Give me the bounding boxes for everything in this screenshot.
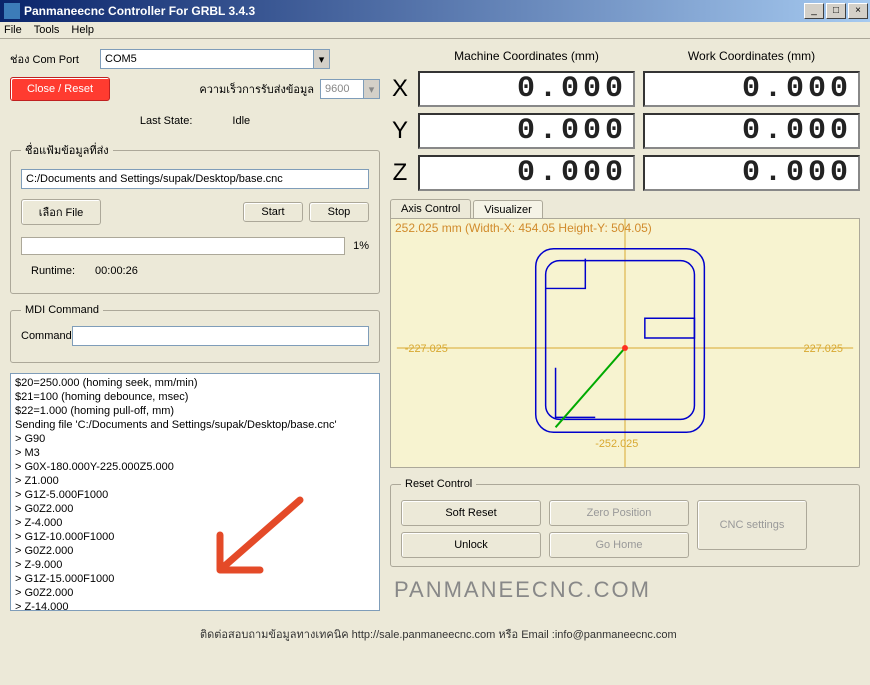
tab-axis-control[interactable]: Axis Control [390,199,471,218]
reset-legend: Reset Control [401,478,476,490]
comport-label: ช่อง Com Port [10,50,100,68]
unlock-button[interactable]: Unlock [401,532,541,558]
file-section: ชื่อแฟ้มข้อมูลที่ส่ง เลือก File Start St… [10,141,380,294]
console-line: $20=250.000 (homing seek, mm/min) [15,376,375,390]
select-file-button[interactable]: เลือก File [21,199,101,225]
axis-label-x: X [390,71,410,107]
chevron-down-icon: ▾ [363,80,379,98]
comport-select[interactable]: COM5 ▾ [100,49,330,69]
menu-help[interactable]: Help [71,24,94,36]
mdi-legend: MDI Command [21,304,103,316]
runtime-label: Runtime: [31,265,75,277]
menu-tools[interactable]: Tools [34,24,60,36]
file-legend: ชื่อแฟ้มข้อมูลที่ส่ง [21,141,113,159]
footer-text: ติดต่อสอบถามข้อมูลทางเทคนิค http://sale.… [0,625,870,643]
menu-file[interactable]: File [4,24,22,36]
work-y: 0.000 [643,113,860,149]
baud-select[interactable]: 9600 ▾ [320,79,380,99]
chevron-down-icon: ▾ [313,50,329,68]
console-line: > G0Z2.000 [15,586,375,600]
soft-reset-button[interactable]: Soft Reset [401,500,541,526]
machine-z: 0.000 [418,155,635,191]
console-line: > Z-4.000 [15,516,375,530]
app-icon [4,3,20,19]
state-value: Idle [232,115,250,127]
progress-pct: 1% [353,240,369,252]
console-line: > Z-9.000 [15,558,375,572]
work-coords-header: Work Coordinates (mm) [643,49,860,65]
console-line: > G90 [15,432,375,446]
tab-visualizer[interactable]: Visualizer [473,200,543,219]
maximize-button[interactable]: □ [826,3,846,19]
runtime-value: 00:00:26 [95,265,138,277]
console-line: > G1Z-10.000F1000 [15,530,375,544]
work-x: 0.000 [643,71,860,107]
console-line: > Z1.000 [15,474,375,488]
mdi-input[interactable] [72,326,369,346]
window-title: Panmaneecnc Controller For GRBL 3.4.3 [24,4,804,18]
console-line: > G1Z-15.000F1000 [15,572,375,586]
zero-position-button[interactable]: Zero Position [549,500,689,526]
console-line: > G1Z-5.000F1000 [15,488,375,502]
console-line: > M3 [15,446,375,460]
progress-bar [21,237,345,255]
start-button[interactable]: Start [243,202,303,222]
console-line: > G0Z2.000 [15,502,375,516]
close-window-button[interactable]: × [848,3,868,19]
viz-xpos: 227.025 [804,343,843,355]
state-label: Last State: [140,115,193,127]
visualizer-canvas[interactable]: 252.025 mm (Width-X: 454.05 Height-Y: 50… [390,218,860,468]
minimize-button[interactable]: _ [804,3,824,19]
baud-value: 9600 [325,83,349,95]
comport-value: COM5 [105,53,137,65]
machine-y: 0.000 [418,113,635,149]
console-line: > G0X-180.000Y-225.000Z5.000 [15,460,375,474]
close-reset-button[interactable]: Close / Reset [10,77,110,101]
viz-xneg: -227.025 [405,343,448,355]
reset-control-section: Reset Control Soft Reset Unlock Zero Pos… [390,478,860,567]
machine-coords-header: Machine Coordinates (mm) [418,49,635,65]
machine-x: 0.000 [418,71,635,107]
go-home-button[interactable]: Go Home [549,532,689,558]
file-path-input[interactable] [21,169,369,189]
mdi-section: MDI Command Command [10,304,380,363]
axis-label-z: Z [390,155,410,191]
console-line: $21=100 (homing debounce, msec) [15,390,375,404]
work-z: 0.000 [643,155,860,191]
stop-button[interactable]: Stop [309,202,369,222]
axis-label-y: Y [390,113,410,149]
titlebar: Panmaneecnc Controller For GRBL 3.4.3 _ … [0,0,870,22]
menubar: File Tools Help [0,22,870,39]
viz-yneg: -252.025 [595,438,638,450]
viz-info: 252.025 mm (Width-X: 454.05 Height-Y: 50… [395,221,652,235]
console-log[interactable]: $20=250.000 (homing seek, mm/min)$21=100… [10,373,380,611]
cnc-settings-button[interactable]: CNC settings [697,500,807,550]
console-line: Sending file 'C:/Documents and Settings/… [15,418,375,432]
console-line: > G0Z2.000 [15,544,375,558]
console-line: > Z-14.000 [15,600,375,611]
mdi-label: Command [21,330,72,342]
console-line: $22=1.000 (homing pull-off, mm) [15,404,375,418]
watermark: PANMANEECNC.COM [394,577,860,603]
baud-label: ความเร็วการรับส่งข้อมูล [199,80,314,98]
